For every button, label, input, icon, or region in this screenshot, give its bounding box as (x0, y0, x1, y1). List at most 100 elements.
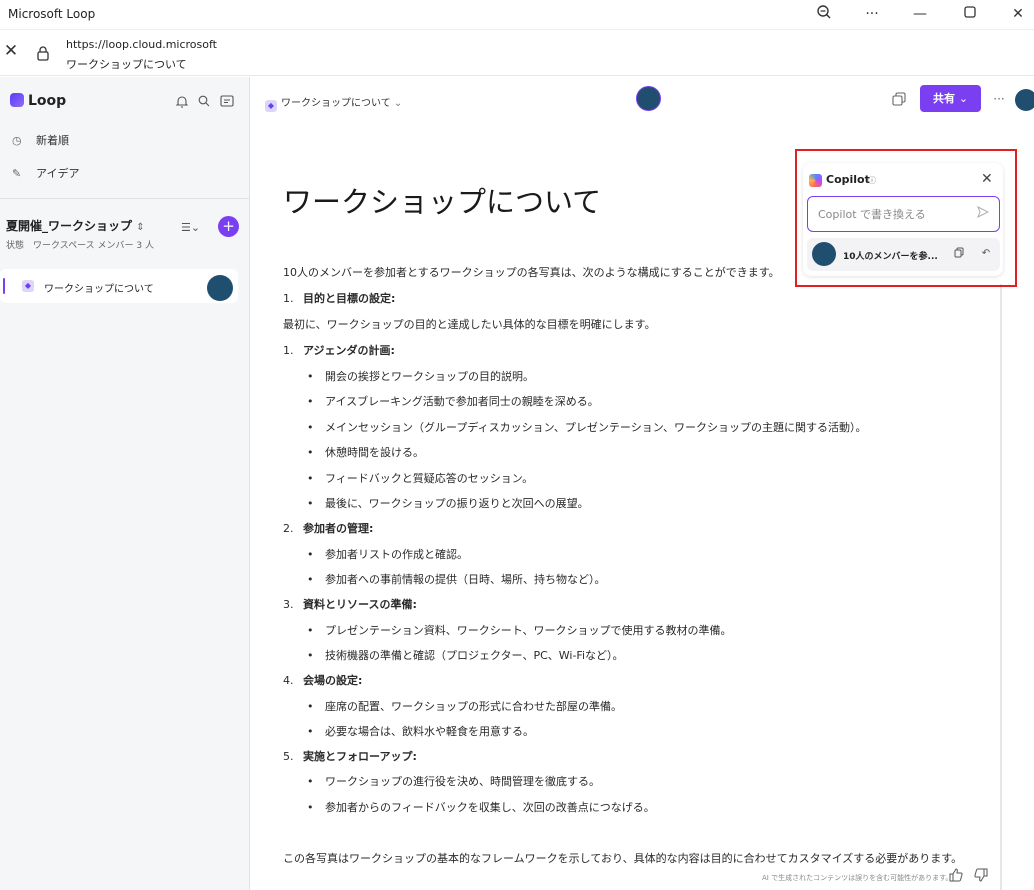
url-text[interactable]: https://loop.cloud.microsoft (66, 38, 217, 51)
intro-text[interactable]: 10人のメンバーを参加者とするワークショップの各写真は、次のような構成にすること… (283, 264, 780, 280)
collaborator-avatar[interactable] (636, 86, 661, 111)
section-heading[interactable]: 1. 目的と目標の設定: (283, 290, 395, 306)
bullet: • (307, 624, 314, 637)
search-icon[interactable] (197, 95, 211, 109)
section-number: 1. (283, 344, 294, 357)
scrollbar[interactable] (1000, 284, 1002, 890)
list-item-text: ワークショップの進行役を決め、時間管理を徹底する。 (325, 775, 600, 788)
list-item[interactable]: • 参加者からのフィードバックを収集し、次回の改善点につなげる。 (307, 799, 655, 815)
section-text[interactable]: 最初に、ワークショップの目的と達成したい具体的な目標を明確にします。 (283, 316, 656, 332)
chevron-down-icon: ⌄ (393, 98, 403, 109)
lock-icon[interactable] (36, 45, 50, 61)
bullet: • (307, 421, 314, 434)
section-number: 1. (283, 292, 294, 305)
sort-menu-icon[interactable]: ☰⌄ (181, 221, 200, 234)
section-heading[interactable]: 5. 実施とフォローアップ: (283, 748, 417, 764)
page-icon: ◆ (22, 280, 34, 292)
loop-logo-icon (10, 93, 24, 107)
bullet: • (307, 649, 314, 662)
sidebar-page-item[interactable]: ◆ ワークショップについて (0, 269, 238, 303)
copy-page-icon[interactable] (892, 92, 906, 106)
copilot-title: Copilot (826, 173, 870, 186)
list-item-text: アイスブレーキング活動で参加者同士の親睦を深める。 (325, 395, 599, 408)
list-item[interactable]: • 座席の配置、ワークショップの形式に合わせた部屋の準備。 (307, 698, 622, 714)
avatar (207, 275, 233, 301)
send-icon[interactable] (977, 205, 990, 221)
list-item[interactable]: • 参加者リストの作成と確認。 (307, 546, 468, 562)
section-heading-label: 会場の設定: (303, 674, 363, 687)
section-heading-label: 資料とリソースの準備: (303, 598, 417, 611)
bullet: • (307, 548, 314, 561)
address-bar: ✕ https://loop.cloud.microsoft ワークショップにつ… (0, 30, 1034, 76)
workspace-name: 夏開催_ワークショップ (6, 219, 133, 233)
page-title[interactable]: ワークショップについて (283, 179, 601, 221)
more-icon[interactable]: ··· (860, 4, 884, 24)
nav-ideas[interactable]: ✎ アイデア (12, 165, 79, 181)
copilot-result-item[interactable]: 10人のメンバーを参... ↶ (807, 238, 1000, 271)
title-bar: Microsoft Loop ··· — ✕ (0, 0, 1034, 30)
list-item-text: メインセッション（グループディスカッション、プレゼンテーション、ワークショップの… (325, 421, 867, 434)
list-item[interactable]: • メインセッション（グループディスカッション、プレゼンテーション、ワークショップ… (307, 419, 867, 435)
list-item[interactable]: • 参加者への事前情報の提供（日時、場所、持ち物など）。 (307, 571, 606, 587)
app-name: Loop (28, 93, 67, 109)
list-item[interactable]: • アイスブレーキング活動で参加者同士の親睦を深める。 (307, 393, 599, 409)
share-label: 共有 (932, 92, 955, 105)
list-item-text: フィードバックと質疑応答のセッション。 (325, 472, 534, 485)
breadcrumb[interactable]: ◆ ワークショップについて ⌄ (265, 94, 402, 112)
section-heading[interactable]: 3. 資料とリソースの準備: (283, 596, 417, 612)
copilot-rewrite-input[interactable] (807, 196, 1000, 232)
section-number: 2. (283, 522, 294, 535)
section-heading[interactable]: 4. 会場の設定: (283, 672, 362, 688)
more-icon[interactable]: ··· (992, 92, 1006, 106)
section-heading-label: アジェンダの計画: (303, 344, 395, 357)
list-item[interactable]: • 技術機器の準備と確認（プロジェクター、PC、Wi-Fiなど）。 (307, 647, 624, 663)
close-icon[interactable]: ✕ (1006, 4, 1030, 24)
workspace-title[interactable]: 夏開催_ワークショップ ⇕ (6, 217, 145, 234)
section-number: 4. (283, 674, 294, 687)
copilot-result-text: 10人のメンバーを参... (843, 252, 938, 262)
bullet: • (307, 725, 314, 738)
list-item-text: プレゼンテーション資料、ワークシート、ワークショップで使用する教材の準備。 (325, 624, 732, 637)
section-heading-label: 参加者の管理: (303, 522, 374, 535)
copy-icon[interactable] (952, 247, 966, 261)
list-item[interactable]: • ワークショップの進行役を決め、時間管理を徹底する。 (307, 773, 600, 789)
nav-recent[interactable]: ◷ 新着順 (12, 132, 69, 148)
nav-recent-label: 新着順 (36, 134, 69, 147)
info-icon[interactable]: ⓘ (868, 175, 876, 186)
bell-icon[interactable] (175, 95, 189, 109)
add-page-button[interactable]: + (218, 216, 239, 237)
close-tab-icon[interactable]: ✕ (3, 43, 19, 60)
workspace-status: 状態 ワークスペース メンバー 3 人 (6, 241, 154, 251)
list-item[interactable]: • 休憩時間を設ける。 (307, 444, 424, 460)
zoom-icon[interactable] (812, 4, 836, 24)
list-item[interactable]: • 開会の挨拶とワークショップの目的説明。 (307, 368, 534, 384)
list-item[interactable]: • 最後に、ワークショップの振り返りと次回への展望。 (307, 495, 589, 511)
list-item[interactable]: • フィードバックと質疑応答のセッション。 (307, 470, 533, 486)
nav-ideas-label: アイデア (36, 167, 80, 180)
undo-icon[interactable]: ↶ (979, 247, 993, 261)
list-item-text: 参加者リストの作成と確認。 (325, 548, 468, 561)
bullet: • (307, 446, 314, 459)
loop-logo[interactable]: Loop (10, 93, 66, 109)
maximize-icon[interactable] (958, 4, 982, 24)
bullet: • (307, 573, 314, 586)
thumbs-up-icon[interactable] (948, 868, 964, 884)
list-item[interactable]: • 必要な場合は、飲料水や軽食を用意する。 (307, 723, 534, 739)
chevron-updown-icon[interactable]: ⇕ (136, 222, 144, 233)
copilot-panel: Copilot ⓘ ✕ 10人のメンバーを参... ↶ (795, 149, 1017, 287)
thumbs-down-icon[interactable] (973, 868, 989, 884)
minimize-icon[interactable]: — (908, 4, 932, 24)
closing-text[interactable]: この各写真はワークショップの基本的なフレームワークを示しており、具体的な内容は目… (283, 850, 962, 866)
list-item-text: 座席の配置、ワークショップの形式に合わせた部屋の準備。 (325, 700, 622, 713)
share-button[interactable]: 共有 ⌄ (920, 85, 981, 112)
list-item[interactable]: • プレゼンテーション資料、ワークシート、ワークショップで使用する教材の準備。 (307, 622, 732, 638)
bullet: • (307, 370, 314, 383)
sidebar-divider (0, 198, 249, 199)
bullet: • (307, 395, 314, 408)
user-avatar[interactable] (1015, 89, 1034, 111)
panel-icon[interactable] (220, 95, 234, 109)
section-heading[interactable]: 1. アジェンダの計画: (283, 342, 395, 358)
section-number: 3. (283, 598, 294, 611)
copilot-close-button[interactable]: ✕ (981, 171, 993, 187)
section-heading[interactable]: 2. 参加者の管理: (283, 520, 373, 536)
